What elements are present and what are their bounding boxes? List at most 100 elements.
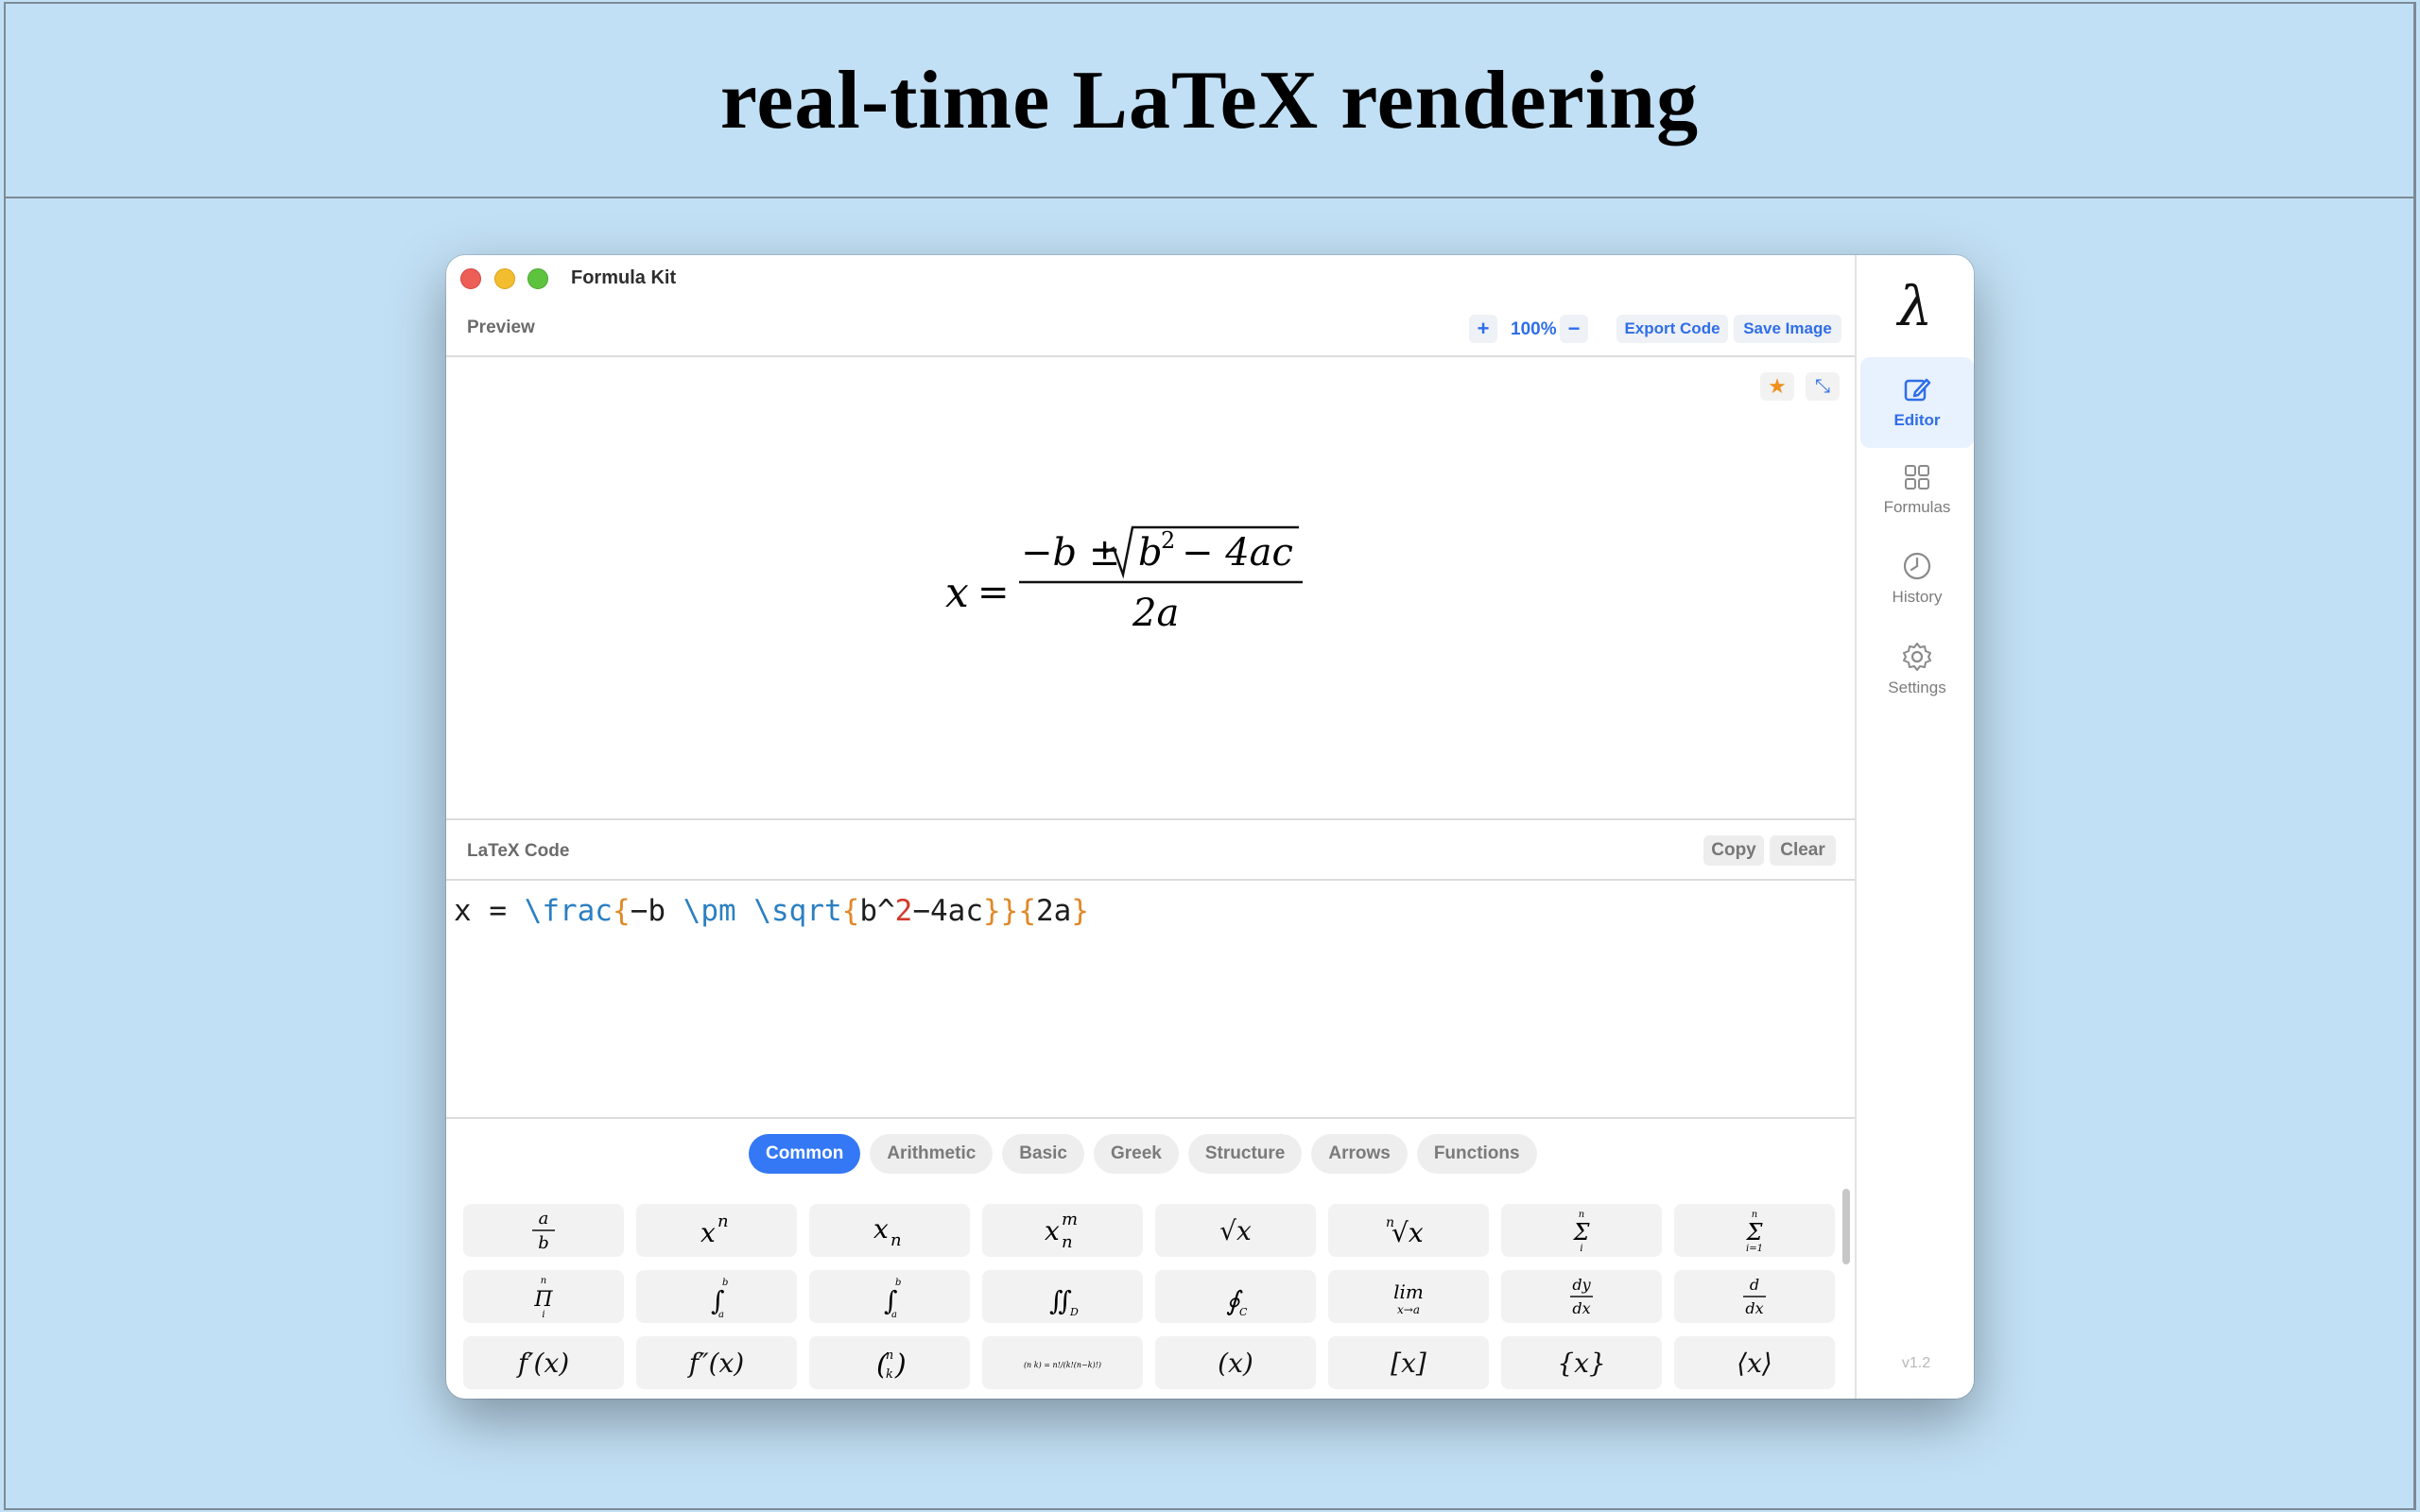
- app-window: Formula Kit Preview + 100% − Export Code…: [446, 255, 1974, 1399]
- close-window-button[interactable]: [460, 268, 481, 289]
- palette-double-integral[interactable]: ∬ D: [982, 1270, 1143, 1323]
- palette-sum[interactable]: nΣi: [1501, 1204, 1662, 1257]
- svg-text:x: x: [700, 1217, 716, 1248]
- code-token: b^: [859, 894, 895, 928]
- svg-text:d: d: [1750, 1276, 1759, 1294]
- svg-text:dx: dx: [1745, 1299, 1763, 1317]
- preview-header: Preview + 100% − Export Code Save Image: [446, 301, 1855, 357]
- formula-radicand-base: b: [1138, 531, 1163, 575]
- palette-binomial[interactable]: (n k): [809, 1336, 970, 1389]
- palette-scrollbar[interactable]: [1842, 1189, 1850, 1264]
- svg-text:dx: dx: [1572, 1299, 1590, 1317]
- palette-sum-indexed[interactable]: n Σi=1: [1674, 1204, 1835, 1257]
- svg-text:a: a: [539, 1209, 549, 1228]
- sidebar-item-formulas[interactable]: Formulas: [1860, 444, 1974, 535]
- latex-code-line[interactable]: x = \frac{−b \pm \sqrt{b^2−4ac}}{2a}: [454, 894, 1089, 928]
- export-code-button[interactable]: Export Code: [1616, 315, 1728, 343]
- palette-nth-root[interactable]: n √x: [1328, 1204, 1489, 1257]
- palette-fraction[interactable]: ab: [463, 1204, 624, 1257]
- tab-arrows[interactable]: Arrows: [1311, 1134, 1408, 1174]
- formula-numerator-prefix: −b ±: [1021, 531, 1120, 575]
- copy-button[interactable]: Copy: [1703, 835, 1764, 866]
- palette-subscript[interactable]: xn: [809, 1204, 970, 1257]
- formula-equals: =: [977, 571, 1010, 614]
- svg-text:λ: λ: [1896, 274, 1933, 338]
- palette-grid: ab xn xn xmn √x n √x nΣi n Σi=1 nΠi ∫ b …: [463, 1204, 1835, 1389]
- palette-braces[interactable]: {x}: [1501, 1336, 1662, 1389]
- svg-text:i: i: [1580, 1244, 1582, 1254]
- formula-radicand-exp: 2: [1161, 527, 1175, 554]
- clock-icon: [1903, 552, 1931, 580]
- palette-product[interactable]: nΠi: [463, 1270, 624, 1323]
- tab-common[interactable]: Common: [749, 1134, 861, 1174]
- svg-text:n: n: [890, 1230, 902, 1250]
- palette-integral[interactable]: ∫ b a: [636, 1270, 797, 1323]
- lambda-logo: λ: [1896, 274, 1933, 338]
- code-token: \sqrt: [753, 894, 842, 928]
- banner-title: real-time LaTeX rendering: [719, 54, 1700, 146]
- clear-button[interactable]: Clear: [1770, 835, 1836, 866]
- grid-icon: [1905, 465, 1929, 490]
- palette-contour-integral[interactable]: ∮ C: [1155, 1270, 1316, 1323]
- zoom-out-button[interactable]: −: [1560, 315, 1588, 343]
- svg-text:a: a: [891, 1310, 897, 1320]
- svg-text:√x: √x: [1392, 1217, 1424, 1248]
- sidebar-item-editor[interactable]: Editor: [1860, 357, 1974, 448]
- title-bar: Formula Kit: [446, 255, 1855, 301]
- palette-square-root[interactable]: √x: [1155, 1204, 1316, 1257]
- sidebar-item-history[interactable]: History: [1860, 533, 1974, 624]
- sidebar-item-settings[interactable]: Settings: [1860, 624, 1974, 714]
- svg-text:D: D: [1069, 1306, 1079, 1318]
- palette-binomial-definition[interactable]: (n k) = n!/(k!(n−k)!): [982, 1336, 1143, 1389]
- palette-first-derivative[interactable]: f′(x): [463, 1336, 624, 1389]
- gear-icon: [1903, 643, 1931, 671]
- star-icon[interactable]: ★: [1760, 372, 1794, 401]
- palette-derivative-operator[interactable]: d dx: [1674, 1270, 1835, 1323]
- preview-label: Preview: [467, 318, 535, 337]
- sidebar-item-label: Formulas: [1883, 498, 1951, 516]
- tab-arithmetic[interactable]: Arithmetic: [870, 1134, 994, 1174]
- palette-derivative[interactable]: dy dx: [1501, 1270, 1662, 1323]
- save-image-button[interactable]: Save Image: [1734, 315, 1841, 343]
- svg-text:Σ: Σ: [1746, 1219, 1764, 1246]
- formula-palette: ab xn xn xmn √x n √x nΣi n Σi=1 nΠi ∫ b …: [446, 1189, 1855, 1399]
- sidebar-item-label: Editor: [1893, 411, 1941, 429]
- palette-superscript[interactable]: xn: [636, 1204, 797, 1257]
- window-title: Formula Kit: [571, 267, 677, 288]
- tab-functions[interactable]: Functions: [1416, 1134, 1537, 1174]
- minimize-window-button[interactable]: [494, 268, 515, 289]
- code-token: 2a: [1035, 894, 1072, 928]
- expand-icon[interactable]: ⤡: [1806, 372, 1840, 401]
- palette-definite-integral[interactable]: ∫ b a: [809, 1270, 970, 1323]
- palette-sup-sub[interactable]: xmn: [982, 1204, 1143, 1257]
- palette-brackets[interactable]: [x]: [1328, 1336, 1489, 1389]
- palette-second-derivative[interactable]: f″(x): [636, 1336, 797, 1389]
- palette-parentheses[interactable]: (x): [1155, 1336, 1316, 1389]
- svg-text:dy: dy: [1572, 1276, 1591, 1294]
- svg-text:a: a: [718, 1310, 724, 1320]
- palette-angle-brackets[interactable]: ⟨x⟩: [1674, 1336, 1835, 1389]
- svg-text:i=1: i=1: [1746, 1244, 1763, 1254]
- formula-radicand-rest: − 4ac: [1182, 531, 1293, 575]
- svg-text:b: b: [895, 1278, 901, 1288]
- svg-text:m: m: [1062, 1210, 1078, 1229]
- formula-lhs: x: [945, 569, 969, 617]
- code-token: −b: [630, 894, 683, 928]
- tab-greek[interactable]: Greek: [1094, 1134, 1179, 1174]
- zoom-window-button[interactable]: [527, 268, 548, 289]
- svg-text:b: b: [722, 1278, 728, 1288]
- sidebar: λ Editor Formulas History Settings v1.2: [1855, 255, 1974, 1399]
- tab-structure[interactable]: Structure: [1187, 1134, 1303, 1174]
- svg-text:C: C: [1239, 1306, 1248, 1318]
- code-token: x =: [454, 894, 525, 928]
- latex-header: LaTeX Code Copy Clear: [446, 818, 1855, 881]
- zoom-in-button[interactable]: +: [1469, 315, 1497, 343]
- tab-basic[interactable]: Basic: [1002, 1134, 1084, 1174]
- svg-text:Σ: Σ: [1573, 1219, 1591, 1246]
- latex-editor[interactable]: x = \frac{−b \pm \sqrt{b^2−4ac}}{2a}: [446, 881, 1855, 1119]
- code-token: {: [841, 894, 860, 928]
- svg-text:(n k) = n!/(k!(n−k)!): (n k) = n!/(k!(n−k)!): [1024, 1361, 1101, 1369]
- palette-limit[interactable]: lim x→a: [1328, 1270, 1489, 1323]
- code-token: \frac: [524, 894, 613, 928]
